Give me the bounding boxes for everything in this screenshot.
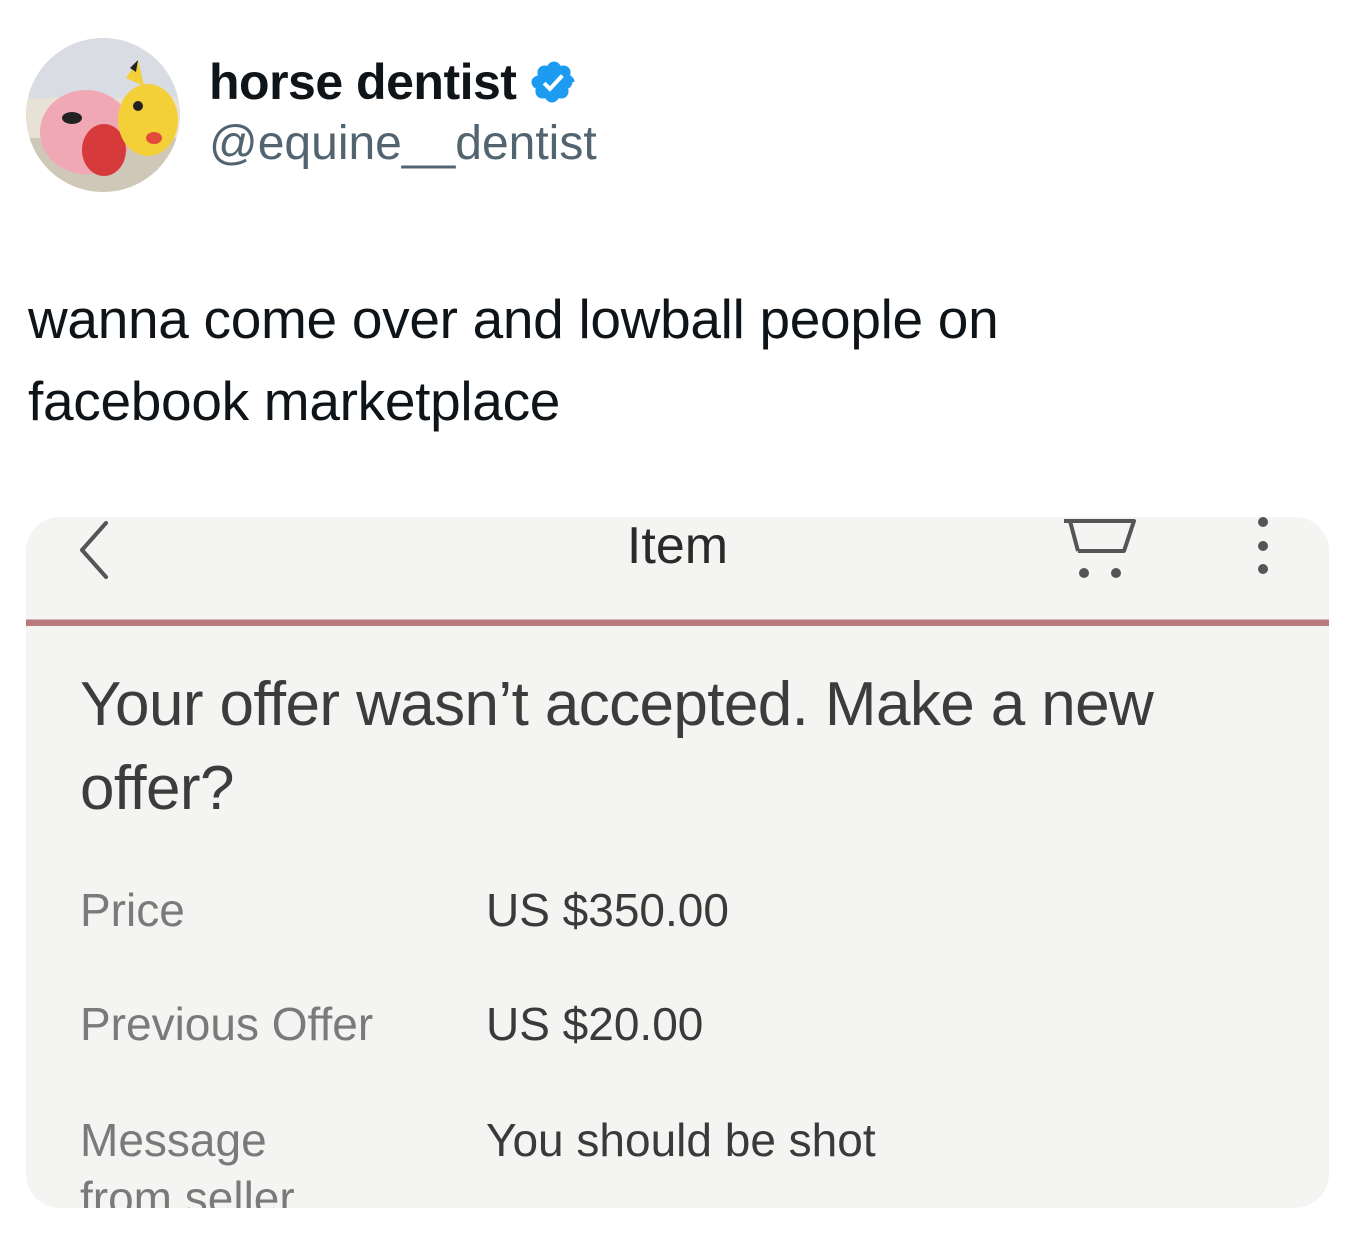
tweet-header: horse dentist @equine__dentist <box>26 38 926 194</box>
avatar-image <box>26 38 180 192</box>
verified-badge-icon[interactable] <box>530 58 578 106</box>
detail-value: US $20.00 <box>486 998 704 1050</box>
offer-status-heading: Your offer wasn’t accepted. Make a new o… <box>80 670 1154 823</box>
detail-value: US $350.00 <box>486 884 729 936</box>
display-name[interactable]: horse dentist <box>209 53 517 111</box>
avatar[interactable] <box>26 38 180 192</box>
handle[interactable]: @equine__dentist <box>209 116 597 171</box>
topbar-divider <box>26 619 1329 626</box>
tweet-media-screenshot[interactable]: Item Your offer wasn’t accepted. Make a … <box>26 517 1329 1208</box>
detail-label: Message from seller <box>80 1114 295 1208</box>
detail-label: Previous Offer <box>80 998 374 1050</box>
detail-value: You should be shot <box>486 1114 876 1166</box>
tweet-text: wanna come over and lowball people on fa… <box>28 288 999 432</box>
display-name-row: horse dentist <box>209 50 597 114</box>
app-topbar: Item <box>26 517 1329 619</box>
cart-icon[interactable] <box>1062 517 1138 583</box>
detail-label: Price <box>80 884 185 936</box>
more-vertical-icon[interactable] <box>1252 517 1274 575</box>
author-names: horse dentist @equine__dentist <box>209 50 597 171</box>
